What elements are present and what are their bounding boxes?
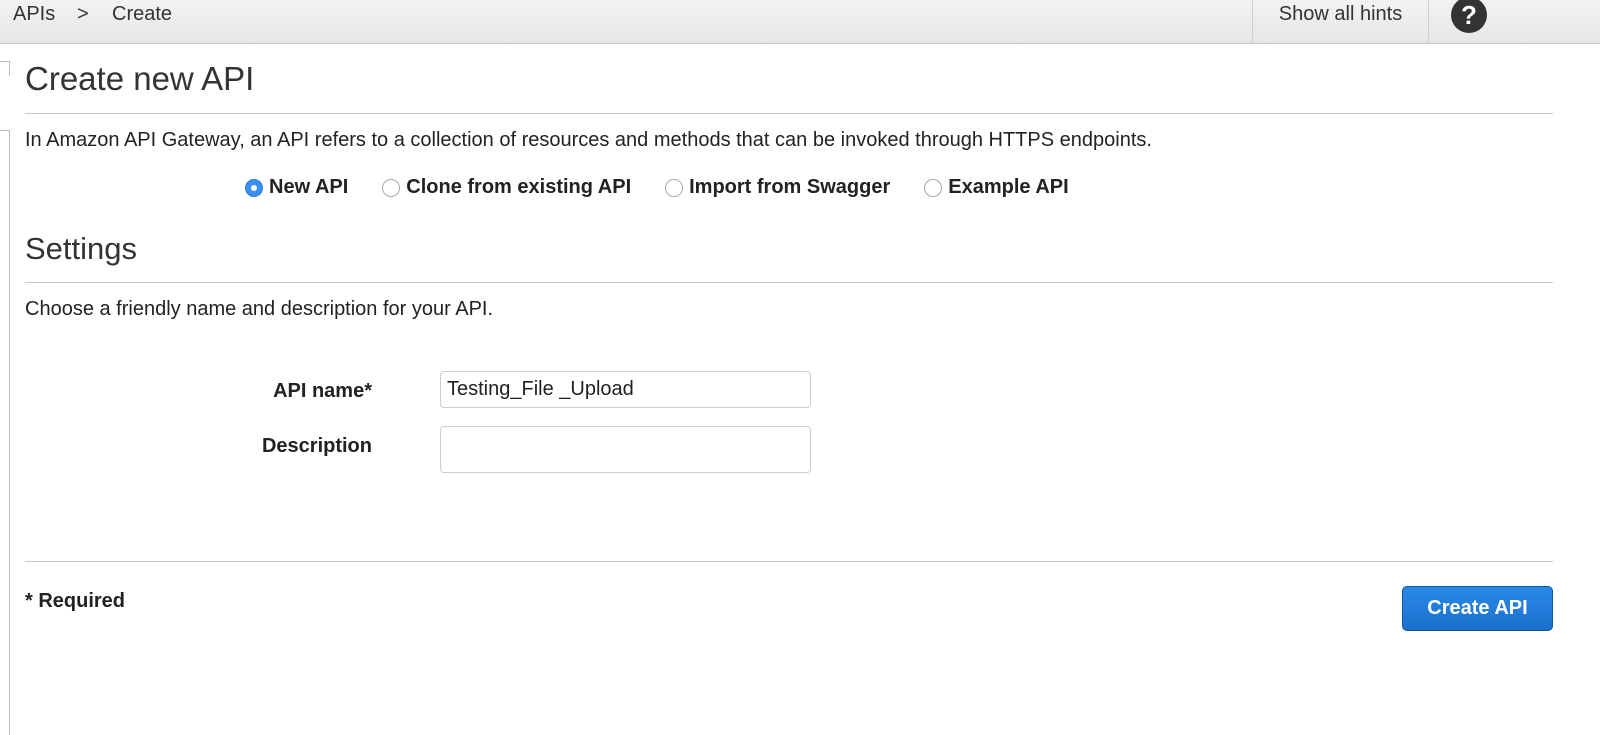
divider: [25, 561, 1553, 562]
help-icon[interactable]: ?: [1451, 0, 1487, 33]
radio-new-api[interactable]: New API: [245, 176, 348, 199]
description-label: Description: [261, 435, 372, 457]
radio-selected-icon[interactable]: [245, 178, 263, 197]
radio-label: Clone from existing API: [406, 176, 632, 198]
description-input[interactable]: [440, 426, 811, 473]
api-name-input[interactable]: [440, 371, 811, 408]
left-border-marker: [0, 130, 10, 735]
radio-unselected-icon[interactable]: [665, 178, 684, 197]
page-title: Create new API: [25, 60, 255, 97]
left-border-marker: [0, 61, 10, 76]
top-bar: APIs > Create Show all hints ?: [0, 0, 1600, 44]
settings-heading: Settings: [25, 231, 138, 266]
breadcrumb-separator: >: [77, 3, 89, 25]
radio-clone-api[interactable]: Clone from existing API: [382, 176, 631, 199]
required-note: * Required: [25, 590, 126, 612]
intro-text: In Amazon API Gateway, an API refers to …: [25, 129, 1152, 151]
divider: [25, 113, 1553, 114]
radio-example-api[interactable]: Example API: [924, 176, 1069, 199]
create-api-button[interactable]: Create API: [1402, 586, 1553, 631]
show-all-hints-button[interactable]: Show all hints: [1252, 0, 1429, 43]
api-name-label: API name*: [273, 380, 372, 402]
radio-label: Example API: [948, 176, 1069, 198]
radio-label: New API: [269, 176, 349, 198]
radio-import-swagger[interactable]: Import from Swagger: [665, 176, 890, 199]
breadcrumb-current: Create: [112, 3, 173, 25]
radio-label: Import from Swagger: [689, 176, 891, 198]
breadcrumb-apis[interactable]: APIs: [13, 3, 55, 26]
divider: [25, 282, 1553, 283]
radio-unselected-icon[interactable]: [382, 178, 401, 197]
api-type-radio-group: New API Clone from existing API Import f…: [245, 176, 1103, 199]
settings-subtitle: Choose a friendly name and description f…: [25, 298, 494, 320]
radio-unselected-icon[interactable]: [924, 178, 943, 197]
